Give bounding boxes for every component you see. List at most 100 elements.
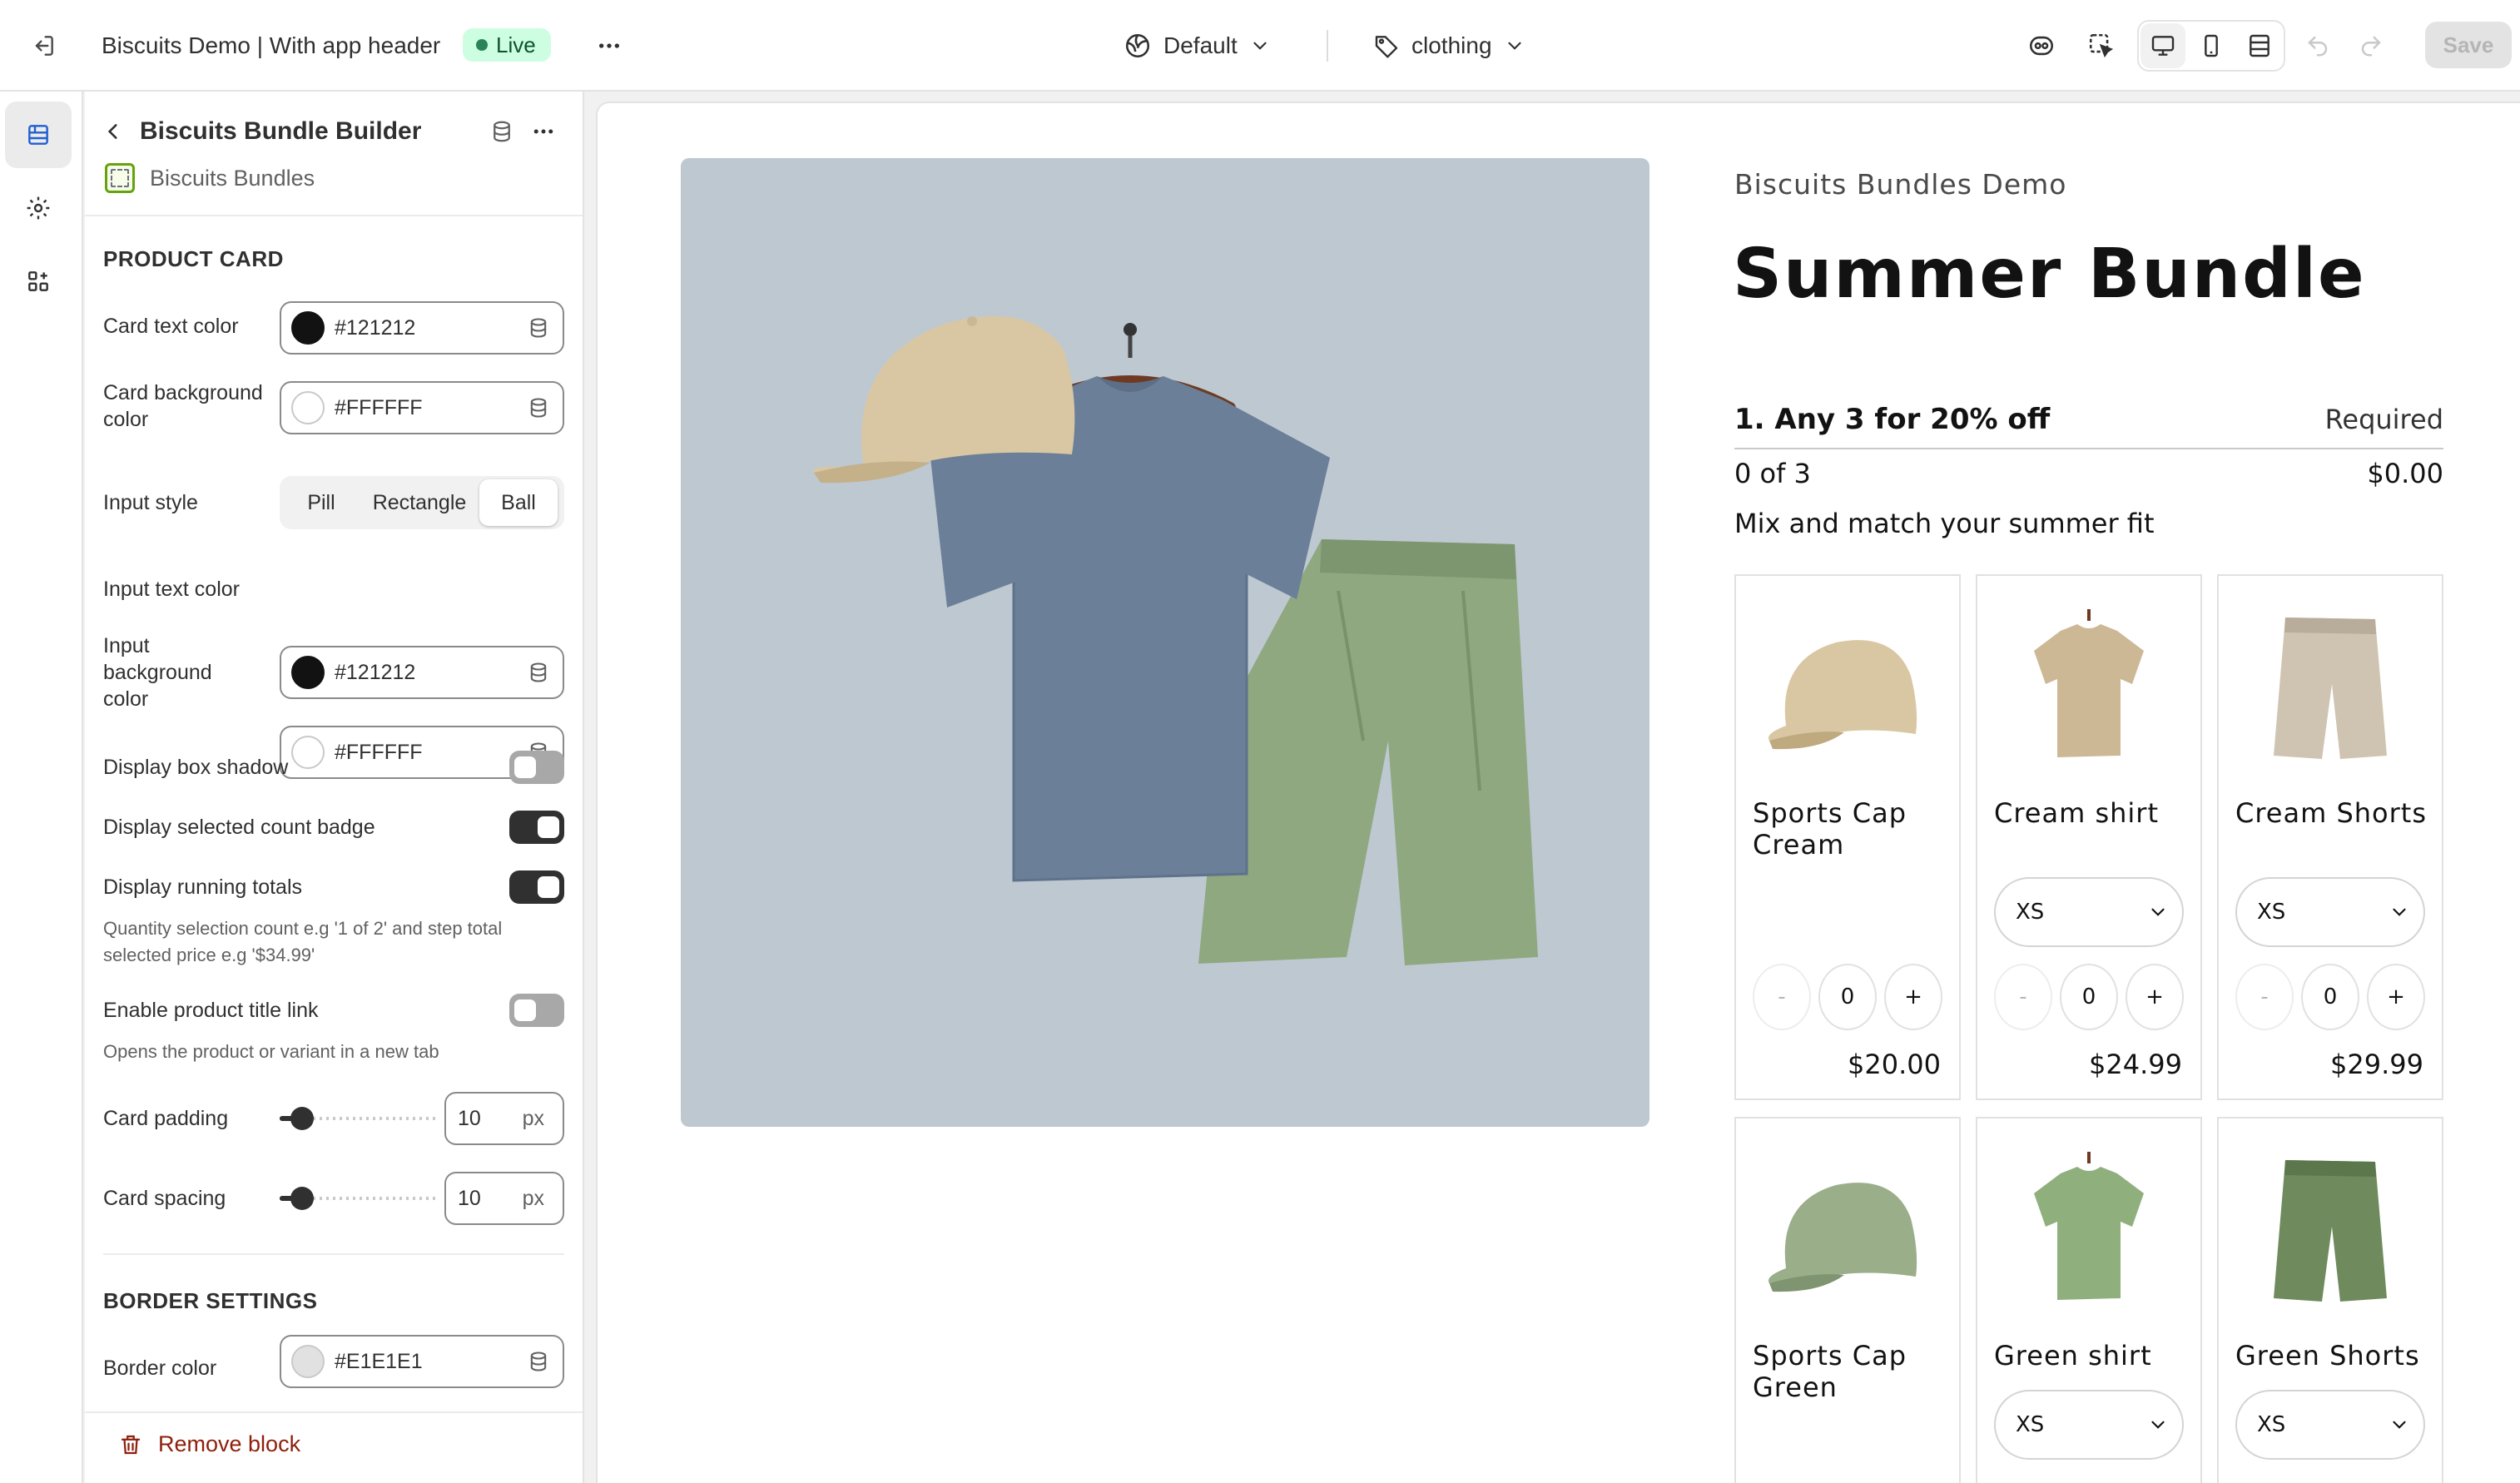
- product-card-title[interactable]: Cream Shorts: [2235, 797, 2435, 829]
- product-card-title[interactable]: Sports Cap Cream: [1753, 797, 1952, 861]
- product-hero-image[interactable]: [681, 158, 1649, 1127]
- rail-sections-button[interactable]: [5, 102, 72, 168]
- variant-select[interactable]: XS: [2235, 1390, 2425, 1460]
- title-link-label: Enable product title link: [103, 999, 319, 1022]
- app-header: Biscuits Demo | With app header Live Def…: [0, 0, 2520, 92]
- product-price: $29.99: [2330, 1049, 2423, 1080]
- color-swatch[interactable]: [291, 391, 325, 424]
- card-spacing-label: Card spacing: [103, 1187, 226, 1210]
- ai-assist-button[interactable]: [2019, 23, 2064, 68]
- quantity-increase-button[interactable]: +: [2367, 964, 2425, 1030]
- quantity-stepper: - 0 +: [2235, 964, 2425, 1030]
- slider-thumb[interactable]: [290, 1187, 314, 1210]
- sections-icon: [28, 125, 48, 145]
- chevron-down-icon: [2151, 1421, 2165, 1429]
- exit-editor-button[interactable]: [23, 26, 63, 66]
- rail-apps-button[interactable]: [5, 248, 72, 315]
- product-card[interactable]: Sports Cap Green: [1734, 1117, 1961, 1483]
- chevron-down-icon: [2151, 908, 2165, 916]
- quantity-decrease-button[interactable]: -: [1753, 964, 1811, 1030]
- box-shadow-toggle[interactable]: [509, 751, 564, 784]
- variant-select[interactable]: XS: [1994, 1390, 2184, 1460]
- product-card-title[interactable]: Green Shorts: [2235, 1340, 2435, 1371]
- save-button[interactable]: Save: [2425, 22, 2512, 68]
- panel-subtitle: Biscuits Bundles: [150, 166, 315, 191]
- color-swatch[interactable]: [291, 1345, 325, 1378]
- desktop-view-button[interactable]: [2141, 23, 2185, 68]
- quantity-increase-button[interactable]: +: [2126, 964, 2184, 1030]
- dynamic-source-button[interactable]: [524, 658, 553, 687]
- back-button[interactable]: [97, 115, 130, 148]
- product-price: $24.99: [2089, 1049, 2182, 1080]
- template-selector[interactable]: clothing: [1365, 23, 1534, 68]
- chevron-down-icon: [1507, 42, 1521, 50]
- product-card[interactable]: Cream Shorts XS - 0 + $29.99: [2217, 574, 2443, 1100]
- product-card[interactable]: Green Shorts XS: [2217, 1117, 2443, 1483]
- step-totals: 0 of 3 $0.00: [1734, 458, 2443, 489]
- product-card-title[interactable]: Green shirt: [1994, 1340, 2194, 1371]
- fullwidth-view-button[interactable]: [2237, 23, 2282, 68]
- select-cursor-icon: [2089, 33, 2114, 58]
- database-icon: [494, 121, 510, 142]
- trash-icon: [121, 1435, 141, 1454]
- theme-selector[interactable]: Default: [1115, 23, 1279, 68]
- dynamic-source-button[interactable]: [524, 394, 553, 422]
- quantity-decrease-button[interactable]: -: [2235, 964, 2294, 1030]
- unit-label: px: [522, 1186, 544, 1210]
- product-card-title[interactable]: Cream shirt: [1994, 797, 2194, 829]
- panel-more-button[interactable]: [524, 115, 563, 148]
- card-spacing-slider[interactable]: [280, 1182, 436, 1215]
- product-card[interactable]: Sports Cap Cream - 0 + $20.00: [1734, 574, 1961, 1100]
- running-totals-toggle[interactable]: [509, 870, 564, 904]
- color-swatch[interactable]: [291, 311, 325, 345]
- product-card[interactable]: Green shirt XS: [1976, 1117, 2202, 1483]
- layout-icon: [2250, 34, 2269, 57]
- product-vendor: Biscuits Bundles Demo: [1734, 168, 2067, 201]
- quantity-decrease-button[interactable]: -: [1994, 964, 2052, 1030]
- product-card[interactable]: Cream shirt XS - 0 + $24.99: [1976, 574, 2202, 1100]
- input-style-ball[interactable]: Ball: [479, 479, 558, 526]
- step-description: Mix and match your summer fit: [1734, 508, 2155, 539]
- input-bg-color-label: Input background color: [103, 634, 212, 711]
- variant-value: XS: [2016, 1412, 2045, 1437]
- redo-button[interactable]: [2349, 23, 2394, 68]
- dynamic-source-button[interactable]: [524, 314, 553, 342]
- bundle-step-header: 1. Any 3 for 20% off Required: [1734, 391, 2443, 449]
- quantity-stepper: - 0 +: [1753, 964, 1942, 1030]
- input-text-color-field[interactable]: #121212: [280, 646, 564, 699]
- gear-icon: [27, 196, 50, 220]
- rail-theme-settings-button[interactable]: [5, 175, 72, 241]
- card-spacing-input[interactable]: 10 px: [444, 1172, 564, 1225]
- dynamic-source-button[interactable]: [524, 1347, 553, 1376]
- more-actions-button[interactable]: [589, 26, 629, 66]
- undo-button[interactable]: [2295, 23, 2340, 68]
- quantity-value[interactable]: 0: [2301, 964, 2359, 1030]
- variant-select[interactable]: XS: [2235, 877, 2425, 947]
- input-style-segmented: Pill Rectangle Ball: [280, 476, 564, 529]
- remove-block-button[interactable]: Remove block: [118, 1431, 300, 1457]
- quantity-value[interactable]: 0: [2060, 964, 2118, 1030]
- color-value: #E1E1E1: [335, 1349, 423, 1373]
- quantity-value[interactable]: 0: [1818, 964, 1877, 1030]
- product-image-cap-green: [1768, 1183, 1917, 1292]
- title-link-toggle[interactable]: [509, 994, 564, 1027]
- quantity-increase-button[interactable]: +: [1884, 964, 1942, 1030]
- card-bg-color-field[interactable]: #FFFFFF: [280, 381, 564, 434]
- input-style-pill[interactable]: Pill: [283, 479, 360, 526]
- border-color-field[interactable]: #E1E1E1: [280, 1335, 564, 1388]
- count-badge-toggle[interactable]: [509, 811, 564, 844]
- tag-icon: [1375, 36, 1398, 58]
- color-swatch[interactable]: [291, 656, 325, 689]
- variant-select[interactable]: XS: [1994, 877, 2184, 947]
- slider-thumb[interactable]: [290, 1107, 314, 1130]
- inspector-button[interactable]: [2079, 23, 2124, 68]
- remove-block-label: Remove block: [158, 1431, 301, 1456]
- card-text-color-field[interactable]: #121212: [280, 301, 564, 355]
- product-card-title[interactable]: Sports Cap Green: [1753, 1340, 1952, 1403]
- input-style-rectangle[interactable]: Rectangle: [361, 479, 478, 526]
- card-padding-slider[interactable]: [280, 1102, 436, 1135]
- status-badge: Live: [463, 28, 551, 62]
- dynamic-source-button[interactable]: [484, 115, 519, 148]
- card-padding-input[interactable]: 10 px: [444, 1092, 564, 1145]
- mobile-view-button[interactable]: [2189, 23, 2234, 68]
